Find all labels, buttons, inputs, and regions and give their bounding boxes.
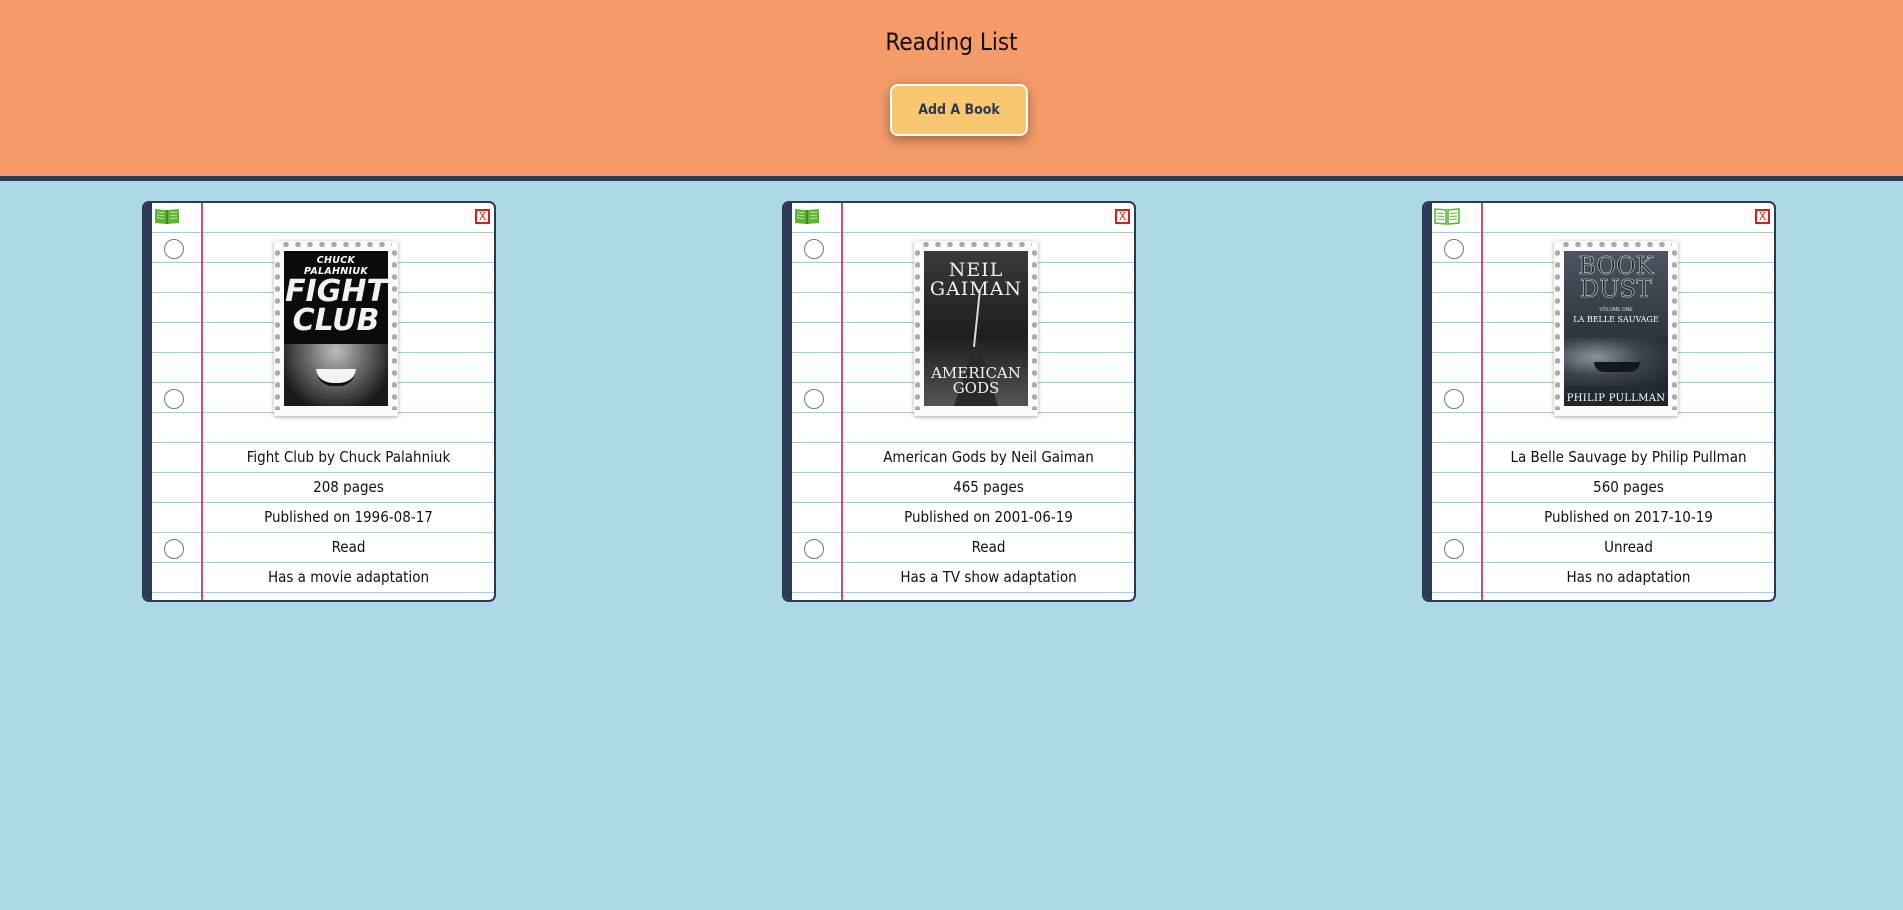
cover-author: PHILIP PULLMAN [1566,393,1666,404]
book-title-author: Fight Club by Chuck Palahniuk [246,448,451,466]
book-cover-image: NEIL GAIMAN AMERICAN GODS [924,251,1028,406]
book-card: X CHUCK PALAHNIUK FIGHT CLUB Fight Club … [142,201,496,602]
book-published-date: Published on 2017-10-19 [1544,508,1713,526]
book-closed-icon[interactable] [794,207,820,225]
binder-hole [164,239,184,259]
book-pages: 465 pages [953,478,1024,496]
stamp-perforation [1555,247,1560,410]
cover-art [1594,362,1640,372]
cover-stamp-frame: NEIL GAIMAN AMERICAN GODS [914,241,1038,416]
book-cover-image: BOOK DUST VOLUME ONE LA BELLE SAUVAGE PH… [1564,251,1668,406]
stamp-perforation [920,242,1032,247]
stamp-perforation [392,247,397,410]
page-title: Reading List [885,28,1018,56]
cover-stamp-frame: BOOK DUST VOLUME ONE LA BELLE SAUVAGE PH… [1554,241,1678,416]
notebook-spine [144,203,152,600]
binder-hole [804,239,824,259]
book-adaptation: Has a TV show adaptation [900,568,1077,586]
binder-hole [164,389,184,409]
stamp-perforation [280,242,392,247]
book-card: X NEIL GAIMAN AMERICAN GODS American God… [782,201,1136,602]
book-title-author: La Belle Sauvage by Philip Pullman [1510,448,1747,466]
delete-book-button[interactable]: X [475,209,490,224]
cover-stamp-frame: CHUCK PALAHNIUK FIGHT CLUB [274,241,398,416]
stamp-perforation [915,247,920,410]
book-published-date: Published on 2001-06-19 [904,508,1073,526]
book-published-date: Published on 1996-08-17 [264,508,433,526]
binder-hole [1444,239,1464,259]
cover-title-line: FIGHT [285,274,387,309]
cover-title-line: DUST [1580,275,1653,303]
book-open-icon[interactable] [1434,207,1460,225]
book-pages: 560 pages [1593,478,1664,496]
book-read-status: Read [331,538,366,556]
book-closed-icon[interactable] [154,207,180,225]
cover-author: GAIMAN [929,278,1023,300]
stamp-perforation [275,247,280,410]
binder-hole [1444,539,1464,559]
add-book-button[interactable]: Add A Book [890,84,1028,136]
notebook-spine [1424,203,1432,600]
binder-hole [164,539,184,559]
cover-title: AMERICAN GODS [924,366,1028,396]
cover-subtitle: LA BELLE SAUVAGE [1573,315,1659,324]
header-bar: Reading List Add A Book [0,0,1903,181]
binder-hole [1444,389,1464,409]
binder-hole [804,539,824,559]
book-adaptation: Has no adaptation [1566,568,1691,586]
book-read-status: Read [971,538,1006,556]
cover-volume: VOLUME ONE [1599,307,1633,313]
cover-title-line: GODS [952,379,1000,397]
stamp-perforation [1560,242,1672,247]
delete-book-button[interactable]: X [1115,209,1130,224]
stamp-perforation [1032,247,1037,410]
book-adaptation: Has a movie adaptation [267,568,430,586]
book-card: X BOOK DUST VOLUME ONE LA BELLE SAUVAGE … [1422,201,1776,602]
stamp-perforation [1672,247,1677,410]
delete-book-button[interactable]: X [1755,209,1770,224]
binder-hole [804,389,824,409]
book-pages: 208 pages [313,478,384,496]
notebook-spine [784,203,792,600]
cover-title-line: CLUB [292,303,380,338]
book-title-author: American Gods by Neil Gaiman [883,448,1094,466]
book-read-status: Unread [1604,538,1653,556]
book-cover-image: CHUCK PALAHNIUK FIGHT CLUB [284,251,388,406]
